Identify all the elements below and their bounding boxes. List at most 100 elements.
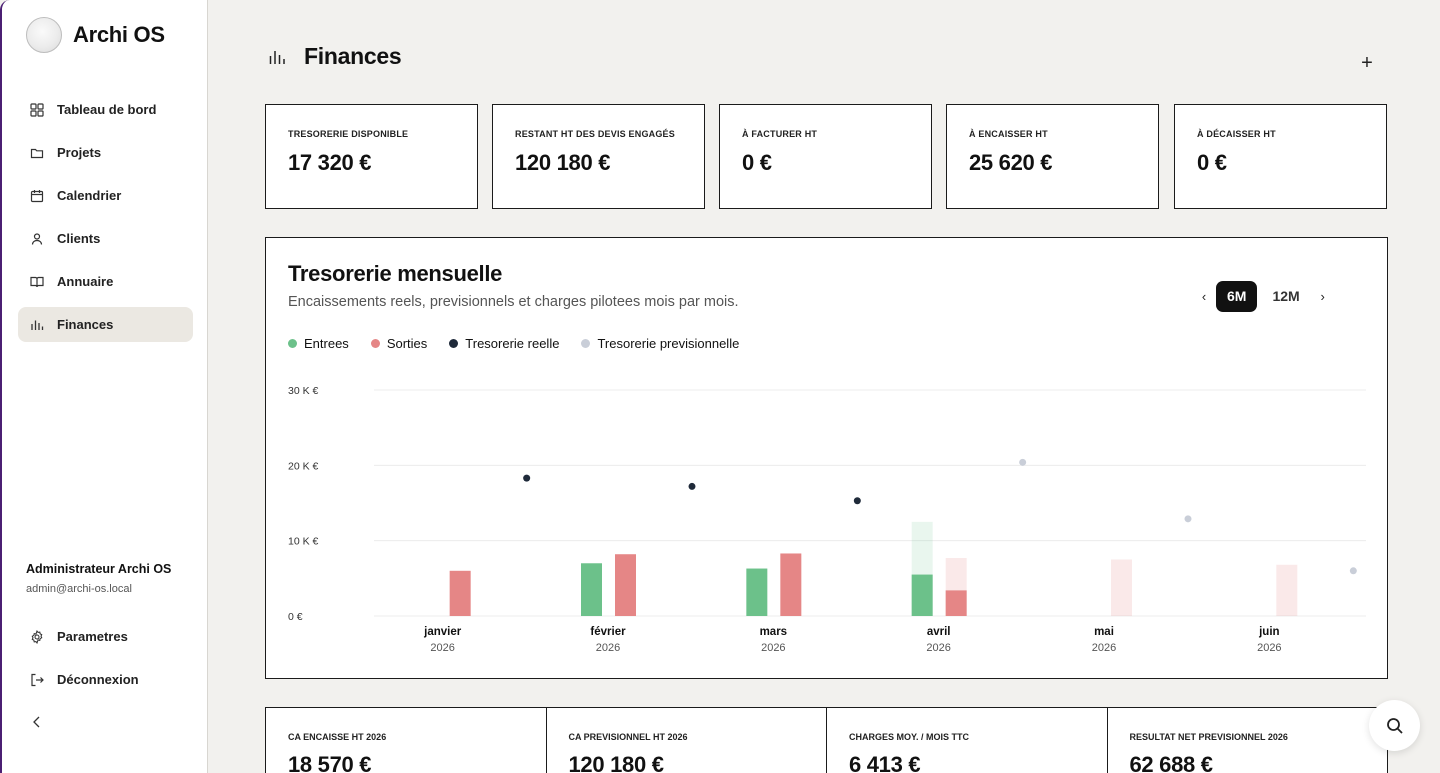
point-tresorerie-previsionnelle (1184, 515, 1192, 523)
period-prev-button[interactable]: ‹ (1194, 289, 1214, 304)
kpi-card-a-facturer: À FACTURER HT 0 € (719, 104, 932, 209)
legend-label: Sorties (386, 336, 428, 351)
collapse-sidebar-icon[interactable] (30, 714, 44, 730)
sidebar-item-label: Déconnexion (57, 672, 139, 687)
logout-icon (31, 673, 44, 686)
x-tick-label: janvier (423, 626, 462, 638)
bar-sorties (945, 590, 967, 616)
chart-title: Tresorerie mensuelle (288, 261, 503, 286)
user-icon (31, 232, 43, 245)
chart-legend: Entrees Sorties Tresorerie reelle Tresor… (288, 336, 761, 351)
user-email: admin@archi-os.local (26, 583, 132, 595)
x-tick-year: 2026 (1257, 642, 1281, 654)
x-tick-year: 2026 (926, 642, 950, 654)
kpi-value: 0 € (1197, 150, 1227, 175)
bar-entrees (581, 563, 602, 616)
kpi-value: 0 € (742, 150, 772, 175)
kpi-value: 17 320 € (288, 150, 372, 175)
user-name: Administrateur Archi OS (26, 562, 172, 576)
kpi-value: 25 620 € (969, 150, 1053, 175)
grid-icon (30, 102, 44, 117)
bar-entrees (911, 574, 933, 616)
page-title: Finances (304, 43, 402, 69)
bar-sorties (780, 553, 802, 616)
x-tick-year: 2026 (1092, 642, 1116, 654)
bar-chart-icon (269, 50, 285, 64)
period-6m-button[interactable]: 6M (1216, 281, 1258, 312)
bar-entrees (746, 568, 768, 616)
app-name: Archi OS (73, 22, 165, 47)
stat-resultat-net: RESULTAT NET PREVISIONNEL 2026 62 688 € (1108, 708, 1388, 773)
sidebar-item-clients[interactable]: Clients (18, 221, 193, 256)
book-icon (30, 276, 44, 287)
chart-subtitle: Encaissements reels, previsionnels et ch… (288, 294, 739, 310)
sidebar-item-tableau-de-bord[interactable]: Tableau de bord (18, 92, 193, 127)
sidebar-item-deconnexion[interactable]: Déconnexion (18, 662, 193, 697)
kpi-label: TRESORERIE DISPONIBLE (288, 129, 409, 139)
legend-label: Tresorerie previsionnelle (597, 336, 740, 351)
x-tick-label: mars (760, 626, 788, 638)
brand[interactable]: Archi OS (26, 17, 165, 53)
sidebar-item-annuaire[interactable]: Annuaire (18, 264, 193, 299)
x-tick-year: 2026 (761, 642, 785, 654)
sidebar-item-label: Tableau de bord (57, 102, 157, 117)
logo-avatar (26, 17, 62, 53)
bar-chart-icon (31, 320, 44, 330)
sidebar-item-projets[interactable]: Projets (18, 135, 193, 170)
point-tresorerie-reelle (688, 482, 696, 490)
legend-dot (288, 339, 297, 348)
kpi-card-a-encaisser: À ENCAISSER HT 25 620 € (946, 104, 1159, 209)
legend-item-tresorerie-previsionnelle[interactable]: Tresorerie previsionnelle (581, 336, 739, 351)
sidebar-item-label: Calendrier (57, 188, 122, 203)
kpi-card-restant-devis: RESTANT HT DES DEVIS ENGAGÉS 120 180 € (492, 104, 705, 209)
legend-label: Entrees (304, 336, 349, 351)
bar-sorties-previsionnel (1111, 559, 1132, 616)
user-info: Administrateur Archi OS admin@archi-os.l… (26, 562, 171, 595)
legend-label: Tresorerie reelle (465, 336, 560, 351)
tresorerie-chart-card: 0 € 10 K € 20 K € 30 K € janvier 2026 février 2… (265, 237, 1388, 679)
sidebar-item-finances[interactable]: Finances (18, 307, 193, 342)
stat-charges-moy: CHARGES MOY. / MOIS TTC 6 413 € (827, 708, 1108, 773)
stat-label: CHARGES MOY. / MOIS TTC (849, 732, 970, 742)
kpi-label: À DÉCAISSER HT (1197, 129, 1276, 139)
stat-ca-previsionnel: CA PREVISIONNEL HT 2026 120 180 € (547, 708, 827, 773)
legend-item-entrees[interactable]: Entrees (288, 336, 349, 351)
legend-item-sorties[interactable]: Sorties (370, 336, 428, 351)
kpi-label: À FACTURER HT (742, 129, 818, 139)
point-tresorerie-previsionnelle (1019, 458, 1027, 466)
kpi-row: TRESORERIE DISPONIBLE 17 320 € RESTANT H… (265, 104, 1388, 209)
folder-icon (30, 148, 44, 158)
stat-label: CA ENCAISSE HT 2026 (288, 732, 387, 742)
sidebar-item-label: Annuaire (57, 274, 114, 289)
period-selector: ‹ 6M 12M › (1194, 281, 1333, 312)
point-tresorerie-reelle (853, 497, 861, 505)
x-tick-label: juin (1258, 626, 1279, 638)
gear-icon (31, 629, 43, 644)
kpi-card-a-decaisser: À DÉCAISSER HT 0 € (1174, 104, 1387, 209)
period-12m-button[interactable]: 12M (1261, 281, 1310, 312)
sidebar-item-label: Finances (57, 317, 114, 332)
x-tick-year: 2026 (596, 642, 620, 654)
legend-item-tresorerie-reelle[interactable]: Tresorerie reelle (449, 336, 559, 351)
x-tick-year: 2026 (430, 642, 454, 654)
add-button[interactable]: + (1356, 52, 1378, 74)
y-tick-label: 20 K € (288, 460, 319, 472)
y-tick-label: 10 K € (288, 536, 319, 548)
sidebar-item-parametres[interactable]: Parametres (18, 619, 193, 654)
page-header: Finances (268, 43, 402, 70)
search-icon (1386, 717, 1403, 734)
search-button[interactable] (1369, 700, 1420, 751)
legend-dot (581, 339, 591, 348)
calendar-icon (30, 189, 44, 202)
y-tick-label: 0 € (288, 611, 303, 623)
sidebar: Archi OS Tableau de bord Projets Calendr… (2, 0, 208, 773)
stat-ca-encaisse: CA ENCAISSE HT 2026 18 570 € (266, 708, 547, 773)
sidebar-item-calendrier[interactable]: Calendrier (18, 178, 193, 213)
period-next-button[interactable]: › (1313, 289, 1333, 304)
stat-value: 6 413 € (849, 752, 921, 773)
x-tick-label: avril (927, 626, 951, 638)
stats-row: CA ENCAISSE HT 2026 18 570 € CA PREVISIO… (265, 707, 1388, 773)
bar-sorties (449, 570, 471, 616)
y-tick-label: 30 K € (288, 385, 319, 397)
kpi-value: 120 180 € (515, 150, 611, 175)
